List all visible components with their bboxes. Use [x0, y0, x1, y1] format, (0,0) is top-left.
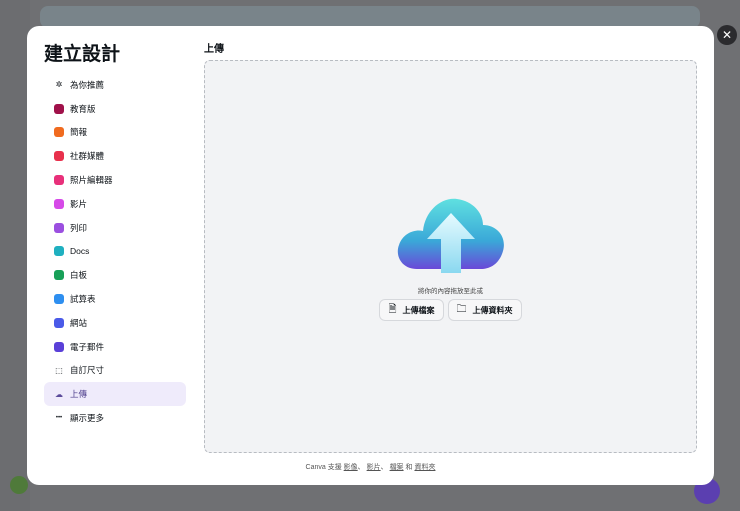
videos-link[interactable]: 影片: [367, 464, 381, 471]
create-design-modal: 建立設計 ✲ 為你推薦 教育版 簡報 社群媒體 照片編輯器 影片 列印 Docs 白板 試算表 網站電…: [27, 26, 714, 485]
upload-folder-button[interactable]: 🗀 上傳資料夾: [447, 299, 522, 321]
sidebar-item-label: 自訂尺寸: [70, 365, 105, 376]
folders-link[interactable]: 資料夾: [414, 464, 435, 471]
sidebar-item-label: 影片: [70, 198, 88, 209]
upload-file-button[interactable]: 🗎 上傳檔案: [379, 299, 444, 321]
sidebar-item-sparkle[interactable]: ✲ 為你推薦: [44, 73, 186, 97]
upload-file-label: 上傳檔案: [402, 305, 435, 315]
file-upload-icon: 🗎: [388, 303, 397, 315]
sidebar-item-graduation-cap[interactable]: 教育版: [44, 97, 186, 121]
cloud-upload-icon: ☁: [55, 389, 63, 399]
sidebar-item-label: 社群媒體: [70, 151, 105, 162]
design-type-nav: ✲ 為你推薦教育版簡報社群媒體照片編輯器影片列印 Docs 白板試算表網站電子郵件 ⬚ 自…: [44, 73, 186, 430]
presentation-icon: [54, 127, 64, 138]
sidebar-item-label: 為你推薦: [70, 79, 105, 90]
footer-prefix: Canva 支援: [305, 464, 342, 471]
folder-upload-icon: 🗀: [456, 303, 467, 315]
sidebar-item-spreadsheet[interactable]: 試算表: [44, 287, 186, 311]
footer-and: 和: [405, 464, 413, 471]
video-icon: [54, 198, 64, 209]
spreadsheet-icon: [54, 294, 64, 305]
background-banner: [40, 6, 700, 28]
close-button[interactable]: ✕: [717, 25, 737, 45]
sidebar-item-label: 照片編輯器: [70, 175, 113, 186]
sidebar-item-video[interactable]: 影片: [44, 192, 186, 216]
supported-types-note: Canva 支援 影像、 影片、 檔案 和 資料夾: [27, 462, 714, 472]
modal-title: 建立設計: [44, 44, 121, 65]
sidebar-item-custom-size[interactable]: ⬚ 自訂尺寸: [44, 359, 186, 383]
sidebar-item-label: 顯示更多: [70, 413, 105, 424]
sidebar-item-website[interactable]: 網站: [44, 311, 186, 335]
files-link[interactable]: 檔案: [390, 464, 404, 471]
background-sidebar: [0, 0, 30, 511]
sidebar-item-whiteboard[interactable]: 白板: [44, 263, 186, 287]
sidebar-item-heart[interactable]: 社群媒體: [44, 144, 186, 168]
upload-folder-label: 上傳資料夾: [472, 305, 513, 315]
close-icon: ✕: [721, 28, 733, 42]
images-link[interactable]: 影像: [344, 464, 358, 471]
sparkle-icon: ✲: [55, 80, 63, 90]
printer-icon: [54, 222, 64, 233]
camera-icon: [54, 175, 64, 186]
custom-size-icon: ⬚: [55, 365, 63, 375]
sidebar-item-mail[interactable]: 電子郵件: [44, 335, 186, 359]
graduation-cap-icon: [54, 103, 64, 114]
cloud-upload-illustration: [397, 198, 504, 273]
sep: 、: [357, 464, 365, 471]
drop-hint: 將你的內容拖放至此或: [418, 288, 483, 295]
website-icon: [54, 317, 64, 328]
sidebar-item-printer[interactable]: 列印: [44, 216, 186, 240]
background-avatar: [10, 476, 28, 494]
sep: 、: [380, 464, 388, 471]
sidebar-item-presentation[interactable]: 簡報: [44, 121, 186, 145]
sidebar-item-label: 網站: [70, 317, 88, 328]
mail-icon: [54, 341, 64, 352]
sidebar-item-label: 上傳: [70, 389, 88, 400]
sidebar-item-label: 電子郵件: [70, 341, 105, 352]
heart-icon: [54, 151, 64, 162]
sidebar-item-label: 列印: [70, 222, 88, 233]
doc-icon: [54, 246, 64, 257]
upload-dropzone[interactable]: 將你的內容拖放至此或 🗎 上傳檔案 🗀 上傳資料夾: [204, 60, 697, 453]
sidebar-item-label: 教育版: [70, 103, 96, 114]
section-title: 上傳: [204, 44, 224, 55]
sidebar-item-label: 試算表: [70, 294, 96, 305]
more-icon: •••: [55, 415, 63, 422]
sidebar-item-more[interactable]: ••• 顯示更多: [44, 406, 186, 430]
sidebar-item-cloud-upload[interactable]: ☁ 上傳: [44, 382, 186, 407]
sidebar-item-label: 簡報: [70, 127, 88, 138]
sidebar-item-doc[interactable]: Docs: [44, 240, 186, 264]
sidebar-item-label: 白板: [70, 270, 88, 281]
sidebar-item-label: Docs: [70, 246, 90, 257]
sidebar-item-camera[interactable]: 照片編輯器: [44, 168, 186, 192]
whiteboard-icon: [54, 270, 64, 281]
